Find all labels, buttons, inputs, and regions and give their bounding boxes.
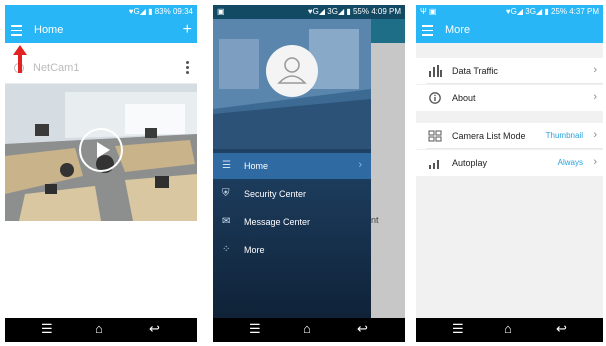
android-nav-bar: ☰ ⌂ ↩ xyxy=(5,318,197,342)
user-icon xyxy=(277,57,307,84)
chevron-right-icon: › xyxy=(593,156,597,168)
chevron-right-icon: › xyxy=(593,129,597,141)
drawer-header xyxy=(213,19,371,149)
signal-icons: ♥G◢ 3G◢ ▮ xyxy=(505,7,549,16)
settings-row-label: About xyxy=(452,93,476,103)
signal-bars-icon xyxy=(429,160,439,169)
notification-icon: ▣ xyxy=(217,7,225,16)
list-icon: ☰ xyxy=(222,160,231,171)
drawer-item-more[interactable]: ⁘ More xyxy=(213,237,371,263)
drawer-item-message-center[interactable]: ✉ Message Center xyxy=(213,209,371,235)
phone-home-screen: ♥G◢ ▮ 83% 09:34 Home + NetCam1 ☰ ⌂ ↩ xyxy=(5,5,197,342)
battery-level: 25% xyxy=(550,7,567,16)
recent-apps-icon[interactable]: ☰ xyxy=(249,321,261,337)
add-camera-button[interactable]: + xyxy=(183,21,192,39)
back-icon[interactable]: ↩ xyxy=(149,321,160,337)
play-button[interactable] xyxy=(79,128,123,172)
data-traffic-icon xyxy=(429,65,442,77)
settings-row-label: Data Traffic xyxy=(452,66,498,76)
recent-apps-icon[interactable]: ☰ xyxy=(41,321,53,337)
back-icon[interactable]: ↩ xyxy=(556,321,567,337)
battery-level: 83% xyxy=(154,7,171,16)
camera-header[interactable]: NetCam1 xyxy=(5,55,197,84)
clock: 4:37 PM xyxy=(569,7,599,16)
clock: 09:34 xyxy=(172,7,193,16)
red-up-arrow-icon xyxy=(13,45,27,73)
camera-thumbnail[interactable] xyxy=(5,84,197,221)
status-bar: Ψ ▣ ♥G◢ 3G◢ ▮ 25% 4:37 PM xyxy=(416,5,603,19)
settings-row-value: Thumbnail xyxy=(545,131,583,140)
app-bar: More xyxy=(416,19,603,43)
hamburger-menu-icon[interactable] xyxy=(11,25,22,36)
drawer-item-label: Security Center xyxy=(244,189,307,199)
chevron-right-icon: › xyxy=(358,159,362,171)
settings-row-label: Camera List Mode xyxy=(452,131,526,141)
app-bar: Home + xyxy=(5,19,197,43)
android-nav-bar: ☰ ⌂ ↩ xyxy=(213,318,405,342)
home-icon[interactable]: ⌂ xyxy=(95,321,103,337)
settings-row-value: Always xyxy=(557,158,583,167)
page-title: Home xyxy=(34,24,64,36)
drawer-item-label: Home xyxy=(244,161,269,171)
phone-more-screen: Ψ ▣ ♥G◢ 3G◢ ▮ 25% 4:37 PM More Data Traf… xyxy=(416,5,603,342)
shield-icon: ⛨ xyxy=(222,188,230,199)
underlying-app-bar xyxy=(371,19,405,43)
home-icon[interactable]: ⌂ xyxy=(303,321,311,337)
camera-name: NetCam1 xyxy=(33,62,80,74)
phone-drawer-screen: ▣ ♥G◢ 3G◢ ▮ 55% 4:09 PM nt ☰ Home › ⛨ Se… xyxy=(213,5,405,342)
signal-icons: ♥G◢ 3G◢ ▮ xyxy=(307,7,351,16)
settings-row-data-traffic[interactable]: Data Traffic › xyxy=(416,58,603,84)
dots-circle-icon: ⁘ xyxy=(222,244,231,255)
message-icon: ✉ xyxy=(222,216,231,227)
settings-row-label: Autoplay xyxy=(452,158,488,168)
status-bar: ♥G◢ ▮ 83% 09:34 xyxy=(5,5,197,19)
more-options-icon[interactable] xyxy=(186,61,189,76)
page-title: More xyxy=(445,24,471,36)
info-icon xyxy=(429,92,441,104)
usb-icon: Ψ ▣ xyxy=(420,7,437,16)
signal-icons: ♥G◢ ▮ xyxy=(128,7,153,16)
navigation-drawer: ☰ Home › ⛨ Security Center ✉ Message Cen… xyxy=(213,19,371,318)
back-icon[interactable]: ↩ xyxy=(357,321,368,337)
settings-row-about[interactable]: About › xyxy=(416,85,603,111)
clock: 4:09 PM xyxy=(371,7,401,16)
settings-row-camera-list-mode[interactable]: Camera List Mode Thumbnail › xyxy=(416,123,603,149)
grid-icon xyxy=(428,130,442,142)
underlying-screen: nt xyxy=(371,19,405,318)
user-avatar[interactable] xyxy=(266,45,318,97)
settings-list: Data Traffic › About › Camera List Mode … xyxy=(416,43,603,318)
drawer-item-label: More xyxy=(244,245,265,255)
recent-apps-icon[interactable]: ☰ xyxy=(452,321,464,337)
battery-level: 55% xyxy=(352,7,369,16)
status-bar: ▣ ♥G◢ 3G◢ ▮ 55% 4:09 PM xyxy=(213,5,405,19)
chevron-right-icon: › xyxy=(593,64,597,76)
android-nav-bar: ☰ ⌂ ↩ xyxy=(416,318,603,342)
drawer-item-home[interactable]: ☰ Home › xyxy=(213,153,371,179)
chevron-right-icon: › xyxy=(593,91,597,103)
underlying-text: nt xyxy=(371,215,379,225)
home-icon[interactable]: ⌂ xyxy=(504,321,512,337)
hamburger-menu-icon[interactable] xyxy=(422,25,433,36)
drawer-item-label: Message Center xyxy=(244,217,311,227)
settings-row-autoplay[interactable]: Autoplay Always › xyxy=(416,150,603,176)
drawer-item-security-center[interactable]: ⛨ Security Center xyxy=(213,181,371,207)
